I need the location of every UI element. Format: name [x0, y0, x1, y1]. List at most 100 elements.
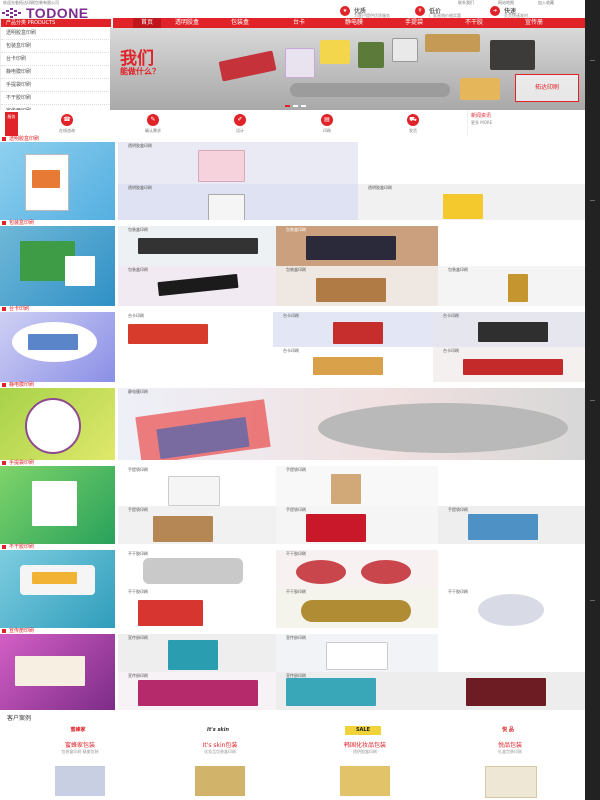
service-step-label: 确认需求	[145, 128, 161, 133]
section-hero-image[interactable]	[0, 550, 115, 628]
section-hero-image[interactable]	[0, 466, 115, 544]
nav-home[interactable]: 首页	[133, 18, 161, 28]
service-step[interactable]: ✎ 确认需求	[123, 112, 183, 138]
product-image	[361, 560, 411, 584]
product-image	[466, 678, 546, 706]
product-tile[interactable]: 不干胶印刷	[276, 550, 438, 588]
case-logo: It's skin	[206, 727, 230, 733]
product-image	[333, 322, 383, 344]
product-image	[490, 40, 535, 70]
product-tile-caption: 不干胶印刷	[448, 589, 468, 594]
product-image	[198, 150, 245, 182]
product-tile[interactable]: 不干胶印刷	[118, 550, 276, 588]
carousel-dot[interactable]	[301, 105, 306, 107]
case-card[interactable]: It's skin It's skin包装 化妆品包装盒印刷	[155, 722, 285, 800]
strip-tick	[590, 200, 595, 201]
section-hero-image[interactable]	[0, 312, 115, 382]
case-card[interactable]: 悦 品 悦品包装 礼盒包装印刷	[445, 722, 575, 800]
product-tile-caption: 包装盒印刷	[128, 227, 148, 232]
product-tile-caption: 台卡印刷	[283, 313, 299, 318]
product-tile[interactable]: 手提袋印刷	[438, 506, 585, 544]
product-tile[interactable]: 台卡印刷	[433, 347, 585, 382]
banner-stamp: 拓达印刷	[515, 74, 579, 102]
product-image	[306, 514, 366, 542]
product-tile[interactable]: 台卡印刷	[273, 347, 433, 382]
service-step[interactable]: ▤ 印刷	[297, 112, 357, 138]
product-tile[interactable]: 手提袋印刷	[276, 466, 438, 506]
sidebar-item-static-film[interactable]: 静电膜印刷	[1, 66, 111, 79]
nav-brochure[interactable]: 宣传册	[525, 18, 543, 28]
case-image	[55, 766, 105, 796]
product-tile[interactable]: 台卡印刷	[433, 312, 585, 347]
product-tile[interactable]: 台卡印刷	[118, 312, 273, 347]
product-tile-caption: 包装盒印刷	[448, 267, 468, 272]
sidebar-item-handbag[interactable]: 手提袋印刷	[1, 79, 111, 92]
product-image	[460, 78, 500, 100]
product-tile[interactable]: 包装盒印刷	[438, 266, 585, 306]
service-step[interactable]: ✐ 设计	[210, 112, 270, 138]
product-tile-caption: 包装盒印刷	[128, 267, 148, 272]
product-tile[interactable]: 宣传册印刷	[276, 634, 438, 672]
section-marker	[2, 628, 6, 633]
strip-tick	[590, 600, 595, 601]
nav-static-film[interactable]: 静电膜	[345, 18, 363, 28]
nav-handbag[interactable]: 手提袋	[405, 18, 423, 28]
product-tile-caption: 不干胶印刷	[128, 551, 148, 556]
product-tile[interactable]: 不干胶印刷	[118, 588, 276, 628]
section-hero-image[interactable]	[0, 634, 115, 710]
product-tile[interactable]: 宣传册印刷	[276, 672, 585, 710]
product-tile[interactable]: 静电膜印刷	[118, 388, 585, 460]
product-tile-caption: 手提袋印刷	[286, 467, 306, 472]
product-image	[128, 324, 208, 344]
service-step[interactable]: ⛟ 发货	[383, 112, 443, 138]
section-marker	[2, 220, 6, 225]
carousel-dot[interactable]	[285, 105, 290, 107]
product-tile[interactable]: 不干胶印刷	[438, 588, 585, 628]
product-tile[interactable]: 不干胶印刷	[276, 588, 438, 628]
product-tile[interactable]: 包装盒印刷	[276, 266, 438, 306]
service-step[interactable]: ☎ 在线咨询	[37, 112, 97, 138]
service-step-label: 发货	[409, 128, 417, 133]
product-tile-caption: 手提袋印刷	[128, 467, 148, 472]
hero-banner[interactable]: 我们 能做什么？ 拓达印刷	[110, 28, 585, 110]
banner-stamp-text: 拓达印刷	[534, 84, 559, 91]
product-tile[interactable]: 包装盒印刷	[118, 226, 276, 266]
product-tile[interactable]: 包装盒印刷	[276, 226, 438, 266]
case-card[interactable]: SALE 韩国化妆品包装 透明胶盒印刷	[300, 722, 430, 800]
sidebar-item-package-box[interactable]: 包装盒印刷	[1, 40, 111, 53]
product-sticker-image	[32, 572, 77, 584]
product-tile[interactable]: 透明胶盒印刷	[118, 142, 358, 184]
product-tile[interactable]: 手提袋印刷	[276, 506, 438, 544]
case-card[interactable]: 蜜蜂家 蜜蜂家包装 包装盒印刷 精美包装	[15, 722, 145, 800]
cases-header: 客户案例	[0, 712, 585, 722]
product-tile[interactable]: 台卡印刷	[273, 312, 433, 347]
sidebar-item-table-card[interactable]: 台卡印刷	[1, 53, 111, 66]
banner-subtitle: 能做什么？	[120, 67, 160, 76]
case-name: 蜜蜂家包装	[64, 742, 95, 749]
section-hero-image[interactable]	[0, 388, 115, 460]
sidebar-item-clear-box[interactable]: 透明胶盒印刷	[1, 27, 111, 40]
nav-package-box[interactable]: 包装盒	[231, 18, 249, 28]
product-image	[392, 38, 418, 62]
sidebar-item-sticker[interactable]: 不干胶印刷	[1, 92, 111, 105]
right-scroll-strip[interactable]	[585, 0, 600, 800]
product-image	[296, 560, 346, 584]
product-tile[interactable]: 手提袋印刷	[118, 466, 276, 506]
product-tile[interactable]: 包装盒印刷	[118, 266, 276, 306]
product-tile-caption: 透明胶盒印刷	[128, 143, 152, 148]
service-tag: 服务	[5, 112, 18, 136]
nav-sticker[interactable]: 不干胶	[465, 18, 483, 28]
nav-clear-box[interactable]: 透明胶盒	[175, 18, 199, 28]
product-tile[interactable]: 手提袋印刷	[118, 506, 276, 544]
nav-table-card[interactable]: 台卡	[293, 18, 305, 28]
carousel-dot[interactable]	[293, 105, 298, 107]
section-marker	[2, 382, 6, 387]
product-tile-caption: 透明胶盒印刷	[368, 185, 392, 190]
section-hero-image[interactable]	[0, 226, 115, 312]
header-promises: ★ 优质 为客户提供优质服务 ¥ 低价 厂家直销价格实惠 ➜ 快速 交货快速准时	[330, 0, 585, 18]
section-hero-image[interactable]	[0, 142, 115, 226]
product-tile[interactable]: 宣传册印刷	[118, 634, 276, 672]
print-icon: ▤	[321, 114, 333, 126]
news-more-link[interactable]: 更多 MORE	[471, 120, 492, 126]
product-tile[interactable]: 宣传册印刷	[118, 672, 276, 710]
